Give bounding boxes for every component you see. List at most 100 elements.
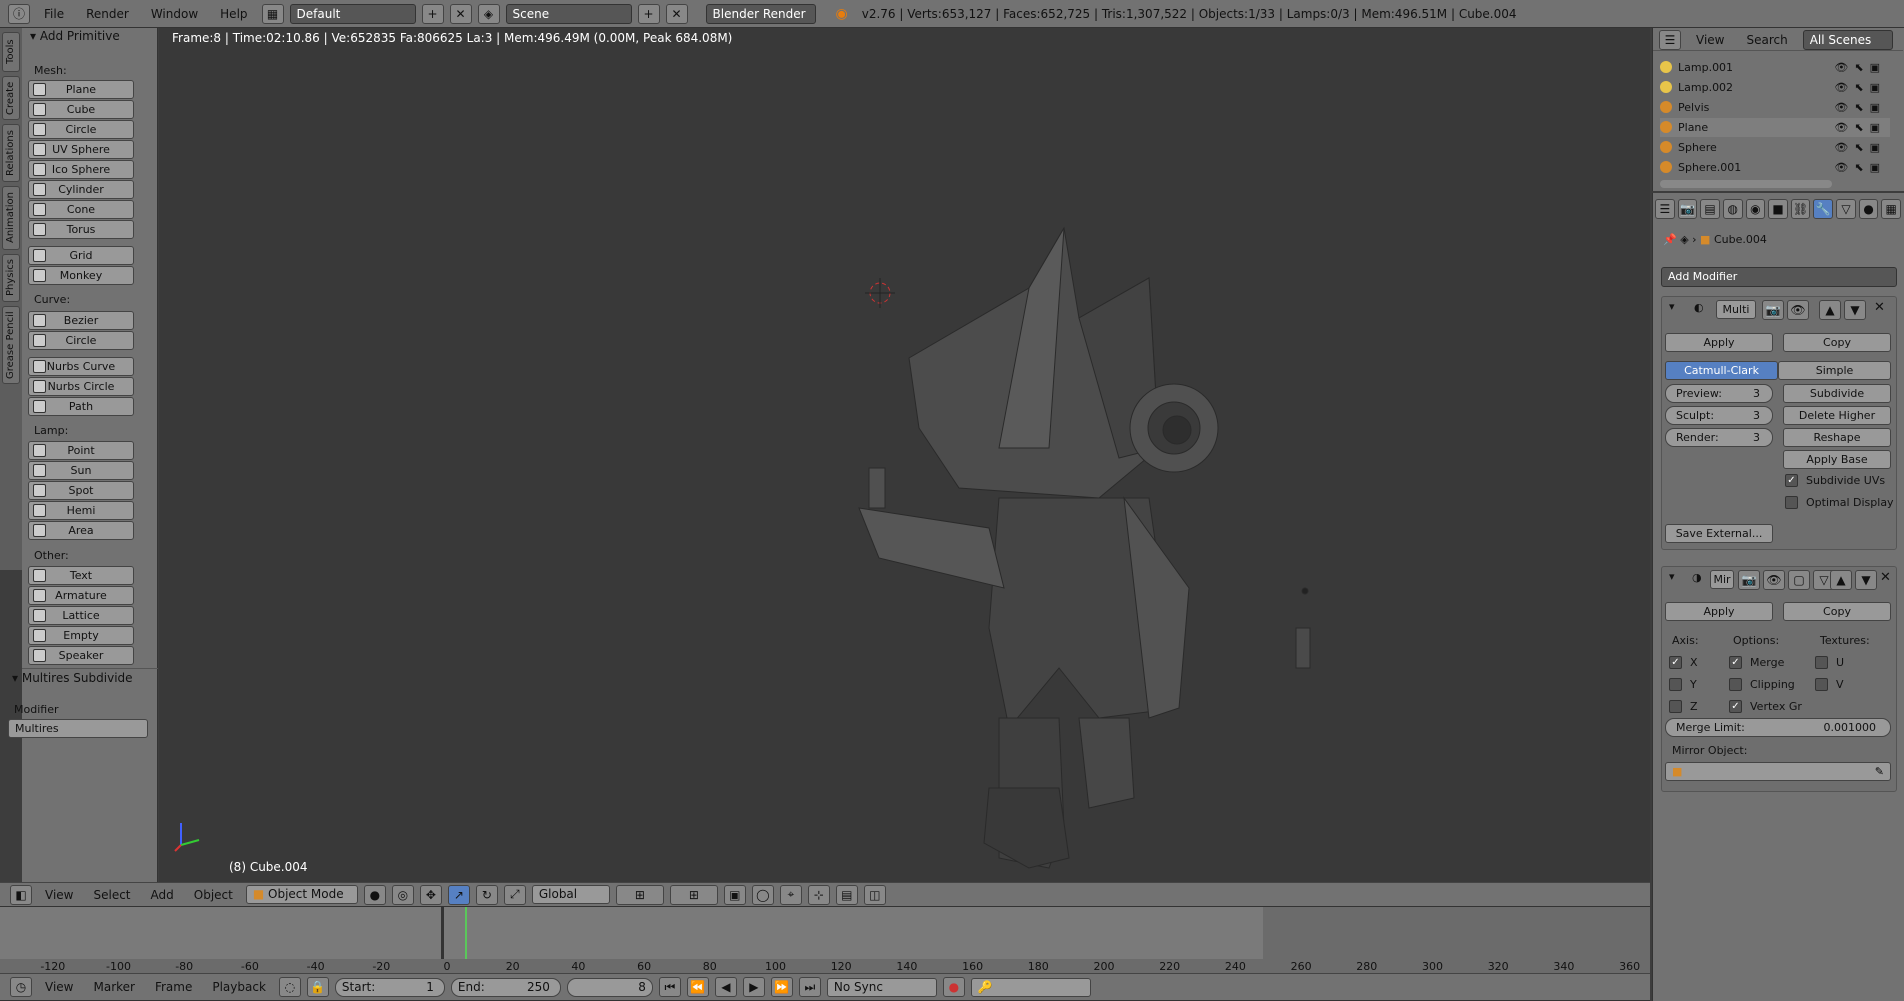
add-layout-icon[interactable]: + <box>421 3 444 24</box>
info-editor-icon[interactable]: ⓘ <box>8 3 30 24</box>
menu-playback[interactable]: Playback <box>205 980 273 994</box>
add-mesh-cylinder-button[interactable]: Cylinder <box>28 180 134 199</box>
texture-tab-icon[interactable]: ▦ <box>1881 199 1902 219</box>
texture-v-checkbox[interactable] <box>1815 678 1828 691</box>
outliner-row[interactable]: Sphere.001 👁⬉▣ <box>1660 158 1890 177</box>
move-down-icon[interactable]: ▼ <box>1844 300 1866 320</box>
mirror-move-down-icon[interactable]: ▼ <box>1855 570 1877 590</box>
lock-icon[interactable]: 🔒 <box>306 977 329 997</box>
add-lamp-hemi-button[interactable]: Hemi <box>28 501 134 520</box>
mirror-render-toggle-icon[interactable]: 📷 <box>1738 570 1760 590</box>
preview-levels-field[interactable]: Preview: 3 <box>1665 384 1773 403</box>
menu-help[interactable]: Help <box>212 0 255 28</box>
add-lamp-sun-button[interactable]: Sun <box>28 461 134 480</box>
menu-add[interactable]: Add <box>144 888 181 902</box>
mirror-name-field[interactable]: Mir <box>1710 570 1734 589</box>
clipping-checkbox[interactable] <box>1729 678 1742 691</box>
outliner-scope-select[interactable]: All Scenes <box>1802 29 1893 50</box>
display-toggle-icon[interactable]: 👁 <box>1787 300 1809 320</box>
data-tab-icon[interactable]: ▽ <box>1836 199 1856 219</box>
add-curve-bezier-button[interactable]: Bezier <box>28 311 134 330</box>
layers-icon-2[interactable]: ⊞ <box>669 884 718 905</box>
snap-icon[interactable]: ⌖ <box>779 884 802 905</box>
menu-window[interactable]: Window <box>143 0 206 28</box>
prev-keyframe-icon[interactable]: ⏪ <box>686 977 709 997</box>
object-tab-icon[interactable]: ■ <box>1768 199 1788 219</box>
merge-limit-field[interactable]: Merge Limit: 0.001000 <box>1665 718 1891 737</box>
catmull-clark-button[interactable]: Catmull-Clark <box>1665 361 1778 380</box>
outliner-row[interactable]: Pelvis 👁⬉▣ <box>1660 98 1890 117</box>
record-icon[interactable]: ● <box>942 977 965 997</box>
add-mesh-plane-button[interactable]: Plane <box>28 80 134 99</box>
add-mesh-monkey-button[interactable]: Monkey <box>28 266 134 285</box>
layout-grid-icon[interactable]: ▦ <box>261 3 284 24</box>
add-scene-icon[interactable]: + <box>637 3 660 24</box>
add-mesh-torus-button[interactable]: Torus <box>28 220 134 239</box>
remove-layout-icon[interactable]: ✕ <box>449 3 472 24</box>
outliner-row[interactable]: Lamp.001 👁⬉▣ <box>1660 58 1890 77</box>
add-mesh-cube-button[interactable]: Cube <box>28 100 134 119</box>
menu-timeline-view[interactable]: View <box>38 980 80 994</box>
texture-u-checkbox[interactable] <box>1815 656 1828 669</box>
add-modifier-select[interactable]: Add Modifier <box>1661 267 1897 287</box>
sculpt-levels-field[interactable]: Sculpt: 3 <box>1665 406 1773 425</box>
axis-z-checkbox[interactable] <box>1669 700 1682 713</box>
render-still-icon[interactable]: ◫ <box>863 884 886 905</box>
keying-set-field[interactable]: 🔑 <box>970 977 1091 997</box>
add-mesh-cone-button[interactable]: Cone <box>28 200 134 219</box>
move-up-icon[interactable]: ▲ <box>1819 300 1841 320</box>
layers-icon[interactable]: ⊞ <box>615 884 664 905</box>
modifier-select[interactable]: Multires <box>8 719 148 738</box>
tab-create[interactable]: Create <box>2 76 20 120</box>
snap-target-icon[interactable]: ⊹ <box>807 884 830 905</box>
scene-icon[interactable]: ◈ <box>477 3 500 24</box>
add-other-text-button[interactable]: Text <box>28 566 134 585</box>
outliner-row[interactable]: Sphere 👁⬉▣ <box>1660 138 1890 157</box>
add-primitive-panel-header[interactable]: ▾ Add Primitive <box>30 29 120 43</box>
menu-file[interactable]: File <box>36 0 72 28</box>
add-curve-path-button[interactable]: Path <box>28 397 134 416</box>
tab-relations[interactable]: Relations <box>2 124 20 182</box>
sync-select[interactable]: No Sync <box>826 977 937 997</box>
optimal-display-checkbox[interactable] <box>1785 496 1798 509</box>
add-curve-circle-button[interactable]: Circle <box>28 331 134 350</box>
simple-button[interactable]: Simple <box>1778 361 1891 380</box>
mirror-move-up-icon[interactable]: ▲ <box>1830 570 1852 590</box>
visibility-toggles-icon[interactable]: 👁⬉▣ <box>1834 78 1886 97</box>
add-curve-nurbs-circle-button[interactable]: Nurbs Circle <box>28 377 134 396</box>
tab-physics[interactable]: Physics <box>2 254 20 302</box>
viewport-shading-icon[interactable]: ● <box>363 884 386 905</box>
tab-grease-pencil[interactable]: Grease Pencil <box>2 306 20 384</box>
jump-start-icon[interactable]: ⏮ <box>658 977 681 997</box>
visibility-toggles-icon[interactable]: 👁⬉▣ <box>1834 118 1886 137</box>
modifiers-tab-icon[interactable]: 🔧 <box>1813 199 1834 219</box>
world-tab-icon[interactable]: ◉ <box>1745 199 1766 219</box>
subdivide-uvs-checkbox[interactable]: ✓ <box>1785 474 1798 487</box>
render-levels-field[interactable]: Render: 3 <box>1665 428 1773 447</box>
render-preview-icon[interactable]: ▤ <box>835 884 858 905</box>
remove-scene-icon[interactable]: ✕ <box>665 3 688 24</box>
jump-end-icon[interactable]: ⏭ <box>798 977 821 997</box>
eyedropper-icon[interactable]: ✎ <box>1875 763 1884 780</box>
add-mesh-ico-sphere-button[interactable]: Ico Sphere <box>28 160 134 179</box>
mirror-copy-button[interactable]: Copy <box>1783 602 1891 621</box>
mirror-display-toggle-icon[interactable]: 👁 <box>1763 570 1785 590</box>
add-mesh-grid-button[interactable]: Grid <box>28 246 134 265</box>
translate-manipulator-icon[interactable]: ↗ <box>447 884 470 905</box>
collapse-icon[interactable]: ▾ <box>1669 300 1675 313</box>
vertex-groups-checkbox[interactable]: ✓ <box>1729 700 1742 713</box>
outliner-row[interactable]: Lamp.002 👁⬉▣ <box>1660 78 1890 97</box>
render-toggle-icon[interactable]: 📷 <box>1762 300 1784 320</box>
add-other-speaker-button[interactable]: Speaker <box>28 646 134 665</box>
menu-object[interactable]: Object <box>187 888 240 902</box>
range-icon[interactable]: ◌ <box>278 977 301 997</box>
operator-panel-header[interactable]: ▾ Multires Subdivide <box>12 671 133 685</box>
delete-higher-button[interactable]: Delete Higher <box>1783 406 1891 425</box>
menu-view[interactable]: View <box>38 888 80 902</box>
add-other-lattice-button[interactable]: Lattice <box>28 606 134 625</box>
add-mesh-uv-sphere-button[interactable]: UV Sphere <box>28 140 134 159</box>
outliner-row[interactable]: Plane 👁⬉▣ <box>1660 118 1890 137</box>
proportional-edit-icon[interactable]: ◯ <box>751 884 774 905</box>
render-engine-select[interactable]: Blender Render <box>705 3 816 24</box>
visibility-toggles-icon[interactable]: 👁⬉▣ <box>1834 98 1886 117</box>
